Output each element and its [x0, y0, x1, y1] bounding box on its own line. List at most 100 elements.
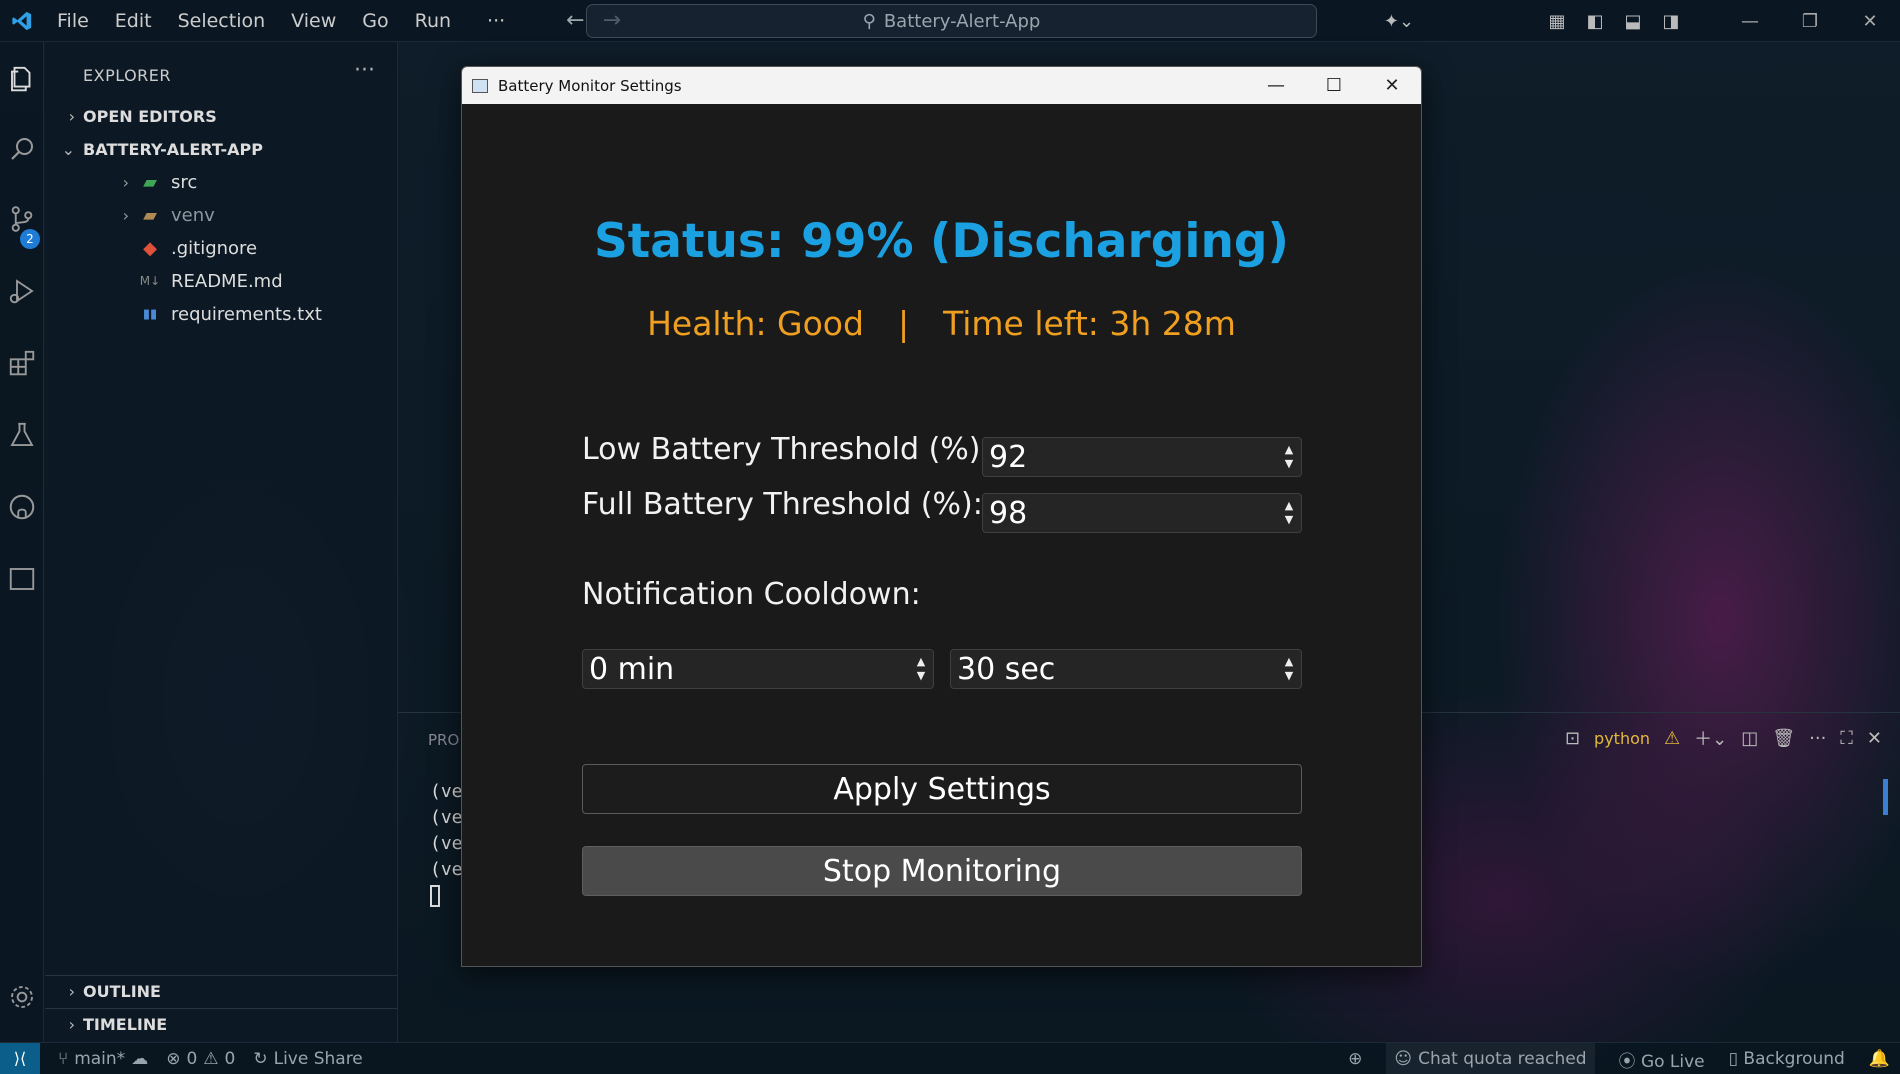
scrollbar-marker[interactable] [1883, 779, 1888, 815]
search-icon[interactable] [0, 134, 44, 168]
run-debug-icon[interactable] [0, 276, 44, 310]
status-bar: ⟩⟨ ⑂ main* ☁ ⊗ 0 ⚠ 0 ↻ Live Share ⊕ ☺ Ch… [0, 1042, 1900, 1074]
explorer-icon[interactable] [0, 64, 44, 98]
tree-item-label: README.md [171, 270, 283, 292]
section-timeline[interactable]: › TIMELINE [45, 1009, 397, 1039]
go-live-label: Go Live [1640, 1051, 1705, 1072]
menu-edit[interactable]: Edit [102, 10, 165, 32]
remote-icon[interactable]: ⟩⟨ [0, 1042, 40, 1074]
vscode-titlebar: File Edit Selection View Go Run ··· ← → … [0, 0, 1900, 42]
cooldown-label: Notification Cooldown: [582, 577, 921, 612]
menu-file[interactable]: File [44, 10, 102, 32]
terminal-name[interactable]: python [1594, 729, 1650, 748]
stop-monitoring-button[interactable]: Stop Monitoring [582, 846, 1302, 896]
git-icon: ◆ [143, 237, 157, 259]
toggle-secondary-sidebar-icon[interactable]: ◨ [1652, 11, 1690, 32]
markdown-icon: M↓ [139, 274, 161, 288]
menu-run[interactable]: Run [402, 10, 464, 32]
tree-item-requirements[interactable]: ▮▮ requirements.txt [45, 299, 397, 329]
tree-item-venv[interactable]: › ▰ venv [45, 200, 397, 230]
github-icon[interactable] [0, 492, 44, 526]
tab-problems[interactable]: PRO [428, 731, 459, 749]
more-icon[interactable]: ··· [1809, 728, 1826, 749]
copilot-icon[interactable]: ✦⌄ [1380, 11, 1418, 32]
zoom-icon[interactable]: ⊕ [1348, 1049, 1362, 1069]
panel-toolbar: ⊡ python ⚠ ＋⌄ ◫ 🗑 ··· ⛶ ✕ [1565, 725, 1882, 751]
split-terminal-icon[interactable]: ◫ [1741, 728, 1758, 749]
chat-quota-status[interactable]: ☺ Chat quota reached [1386, 1043, 1595, 1074]
menu-more[interactable]: ··· [474, 10, 518, 32]
chevron-right-icon: › [122, 172, 129, 192]
background-button[interactable]: ▯ Background [1729, 1049, 1845, 1069]
section-project[interactable]: ⌄ BATTERY-ALERT-APP [45, 134, 397, 164]
app-icon [472, 78, 488, 93]
testing-icon[interactable] [0, 420, 44, 454]
cooldown-seconds-spinbox[interactable]: 30 sec ▲ ▼ [950, 649, 1302, 689]
spin-arrows-icon[interactable]: ▲ ▼ [1277, 499, 1301, 527]
tree-item-readme[interactable]: M↓ README.md [45, 266, 397, 296]
minimize-icon[interactable]: — [1720, 11, 1780, 32]
tree-item-gitignore[interactable]: ◆ .gitignore [45, 233, 397, 263]
branch-indicator[interactable]: ⑂ main* ☁ [58, 1049, 148, 1069]
low-threshold-label: Low Battery Threshold (%): [582, 432, 991, 467]
terminal-line: (ve [430, 859, 463, 880]
live-share-button[interactable]: ↻ Live Share [253, 1049, 362, 1069]
chevron-right-icon: › [68, 981, 75, 1001]
close-icon[interactable]: ✕ [1363, 67, 1421, 104]
warning-count: 0 [224, 1048, 236, 1069]
tree-item-src[interactable]: › ▰ src [45, 167, 397, 197]
back-arrow-icon[interactable]: ← [566, 8, 584, 33]
chevron-right-icon: › [122, 205, 129, 225]
extensions-icon[interactable] [0, 348, 44, 382]
section-open-editors[interactable]: › OPEN EDITORS [45, 101, 397, 131]
terminal-line: (ve [430, 807, 463, 828]
low-threshold-value: 92 [989, 439, 1028, 475]
spin-arrows-icon[interactable]: ▲ ▼ [1277, 443, 1301, 471]
settings-gear-icon[interactable] [0, 982, 44, 1016]
menu-view[interactable]: View [278, 10, 349, 32]
live-share-label: Live Share [273, 1048, 363, 1069]
branch-name: main* [74, 1048, 126, 1069]
go-live-button[interactable]: ⦿ Go Live [1619, 1047, 1705, 1072]
chevron-right-icon: › [68, 106, 75, 126]
separator: | [897, 304, 910, 343]
spin-arrows-icon[interactable]: ▲ ▼ [1277, 655, 1301, 683]
battery-window-body: Status: 99% (Discharging) Health: Good | T… [462, 104, 1421, 966]
trash-icon[interactable]: 🗑 [1772, 728, 1795, 749]
sidebar-more-icon[interactable]: ··· [354, 58, 375, 83]
scm-badge: 2 [20, 229, 40, 249]
restore-icon[interactable]: ❐ [1780, 11, 1840, 32]
vscode-logo-icon [0, 10, 44, 32]
menu-selection[interactable]: Selection [165, 10, 279, 32]
search-icon: ⚲ [862, 10, 876, 32]
low-threshold-spinbox[interactable]: 92 ▲ ▼ [982, 437, 1302, 477]
terminal-line: (ve [430, 833, 463, 854]
activity-bar: 2 [0, 42, 44, 1042]
battery-window-titlebar[interactable]: Battery Monitor Settings — ☐ ✕ [462, 67, 1421, 104]
spin-arrows-icon[interactable]: ▲ ▼ [909, 655, 933, 683]
maximize-panel-icon[interactable]: ⛶ [1840, 728, 1853, 749]
bell-icon[interactable]: 🔔 [1869, 1049, 1890, 1069]
toggle-panel-icon[interactable]: ⬓ [1614, 11, 1652, 32]
pip-icon: ▮▮ [142, 306, 158, 322]
full-threshold-spinbox[interactable]: 98 ▲ ▼ [982, 493, 1302, 533]
customize-layout-icon[interactable]: ▦ [1538, 11, 1576, 32]
apply-settings-button[interactable]: Apply Settings [582, 764, 1302, 814]
remote-explorer-icon[interactable] [0, 564, 44, 598]
close-icon[interactable]: ✕ [1840, 11, 1900, 32]
terminal-output[interactable]: (ve (ve (ve (ve [430, 779, 463, 909]
add-terminal-icon[interactable]: ＋⌄ [1694, 725, 1727, 751]
branch-icon: ⑂ [58, 1048, 69, 1069]
cooldown-minutes-spinbox[interactable]: 0 min ▲ ▼ [582, 649, 934, 689]
command-center-search[interactable]: ⚲ Battery-Alert-App [586, 4, 1317, 38]
toggle-sidebar-icon[interactable]: ◧ [1576, 11, 1614, 32]
maximize-icon[interactable]: ☐ [1305, 67, 1363, 104]
close-panel-icon[interactable]: ✕ [1867, 728, 1882, 749]
window-title: Battery Monitor Settings [498, 76, 682, 95]
section-label: OUTLINE [83, 981, 161, 1001]
section-outline[interactable]: › OUTLINE [45, 976, 397, 1006]
menu-go[interactable]: Go [349, 10, 401, 32]
search-text: Battery-Alert-App [883, 10, 1041, 32]
minimize-icon[interactable]: — [1247, 67, 1305, 104]
problems-indicator[interactable]: ⊗ 0 ⚠ 0 [166, 1049, 235, 1069]
